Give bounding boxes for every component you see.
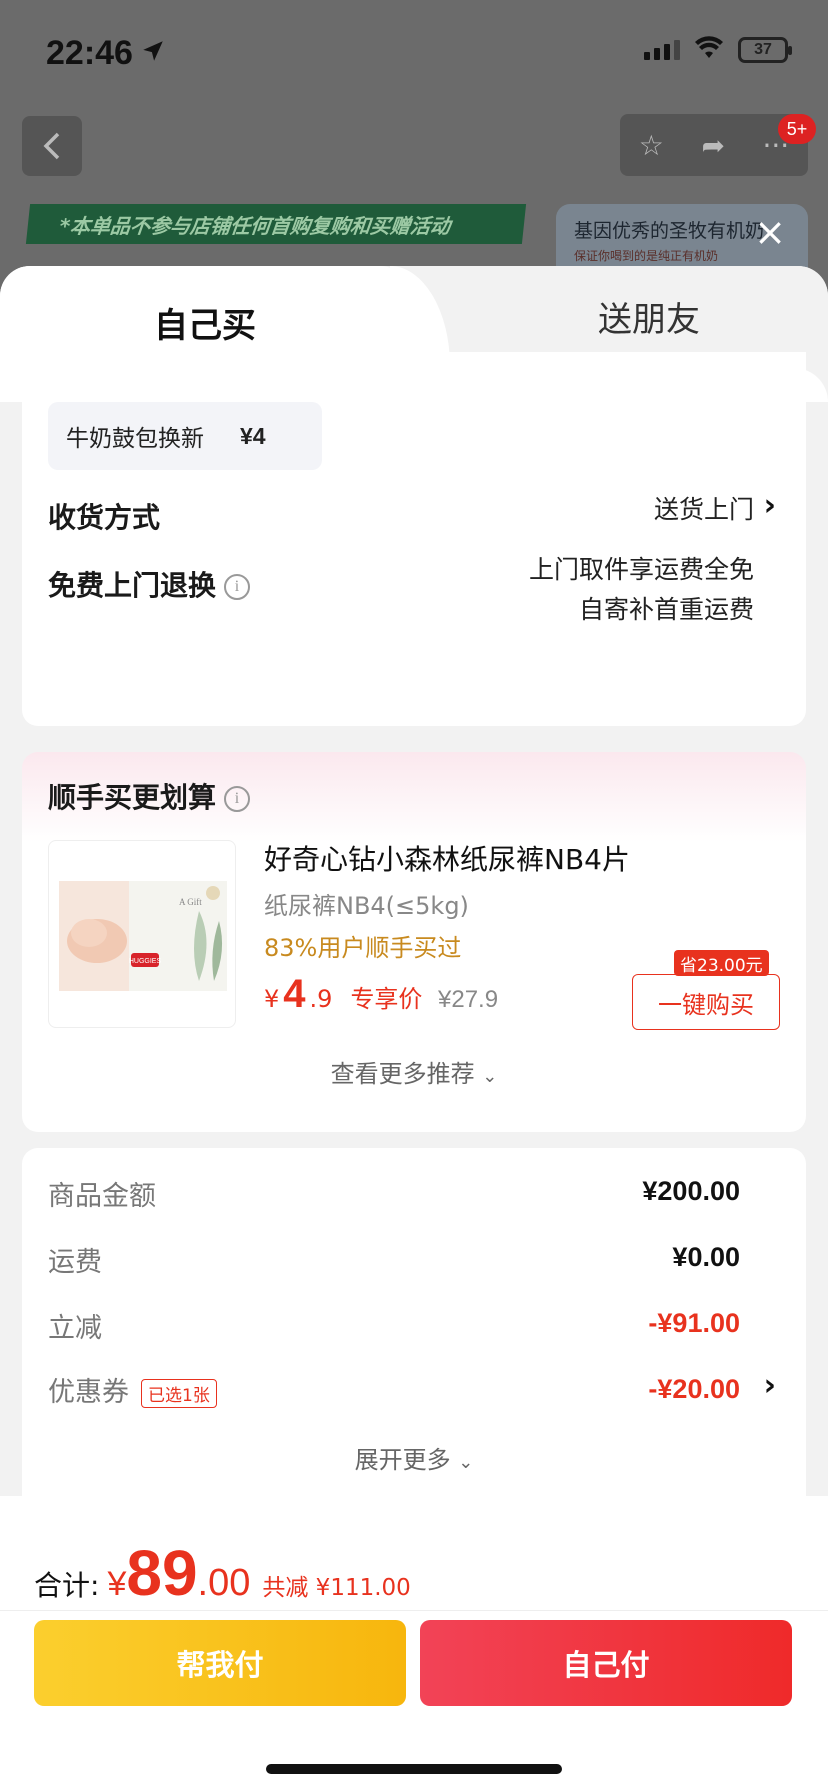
status-time: 22:46 [46,34,133,72]
price-decimal: .9 [309,985,333,1013]
back-button[interactable] [22,116,82,176]
more-recommend-link[interactable]: 查看更多推荐 ⌄ [22,1054,806,1089]
promo-banner: *本单品不参与店铺任何首购复购和买赠活动 [25,204,527,244]
price-tag: 专享价 [350,985,423,1013]
chip-price: ¥4 [240,422,266,449]
delivery-label: 收货方式 [48,501,161,534]
status-icons: 37 [644,36,792,64]
options-card: 牛奶鼓包换新 ¥4 收货方式 送货上门 › 免费上门退换 i 上门取件享运费全免 … [22,352,806,726]
product-price: ¥ 4 .9 专享价 [264,972,422,1017]
expand-more-label: 展开更多 [354,1446,451,1474]
battery-icon: 37 [738,37,792,63]
info-icon[interactable]: i [224,574,251,600]
chip-name: 牛奶鼓包换新 [66,426,204,452]
product-stat: 83%用户顺手买过 [264,934,462,962]
chevron-down-icon: ⌄ [458,1452,474,1473]
chevron-right-icon[interactable]: › [764,488,776,523]
coupon-label: 优惠券 [48,1377,129,1408]
return-info: 上门取件享运费全免 自寄补首重运费 [529,550,754,630]
more-recommend-label: 查看更多推荐 [330,1060,475,1088]
total-discount: 共减 ¥111.00 [262,1575,411,1601]
self-pay-button[interactable]: 自己付 [420,1620,792,1706]
summary-label-goods: 商品金额 [48,1181,156,1212]
location-arrow-icon [140,38,166,68]
product-name[interactable]: 好奇心钻小森林纸尿裤NB4片 [264,838,630,878]
return-label: 免费上门退换 i [48,564,251,604]
total-decimal: .00 [197,1562,251,1604]
price-summary-card: 商品金额 ¥200.00 运费 ¥0.00 立减 -¥91.00 优惠券 已选1张… [22,1148,806,1518]
recommend-title-text: 顺手买更划算 [48,781,217,814]
summary-label-shipping: 运费 [48,1247,102,1278]
total-integer: 89 [126,1537,198,1609]
summary-value-discount: -¥91.00 [648,1308,740,1338]
wifi-icon [694,36,724,64]
total-line: 合计: ¥ 89 .00 共减 ¥111.00 [34,1536,411,1610]
summary-label-coupon[interactable]: 优惠券 已选1张 [48,1370,217,1409]
message-badge: 5+ [778,114,816,144]
signal-icon [644,40,680,60]
summary-value-goods: ¥200.00 [642,1176,740,1206]
share-icon[interactable]: ➦ [701,129,724,162]
recommend-card: 顺手买更划算 i HUGGIES A Gift 好奇心钻小森林纸尿裤NB4片 纸尿… [22,752,806,1132]
info-icon[interactable]: i [224,786,251,812]
quick-buy-button[interactable]: 一键购买 [632,974,780,1030]
help-pay-button[interactable]: 帮我付 [34,1620,406,1706]
price-currency: ¥ [264,985,280,1013]
home-indicator [266,1764,562,1774]
coupon-count-tag: 已选1张 [141,1379,217,1408]
summary-value-shipping: ¥0.00 [672,1242,740,1272]
product-spec: 纸尿裤NB4(≤5kg) [264,892,469,920]
recommend-title: 顺手买更划算 i [48,776,251,816]
checkout-footer: 合计: ¥ 89 .00 共减 ¥111.00 帮我付 自己付 [0,1496,828,1792]
delivery-value[interactable]: 送货上门 [654,490,754,530]
service-chip[interactable]: 牛奶鼓包换新 ¥4 [48,402,322,470]
price-integer: 4 [283,972,306,1016]
return-line1: 上门取件享运费全免 [528,555,754,584]
summary-value-coupon[interactable]: -¥20.00 [648,1374,740,1405]
return-label-text: 免费上门退换 [48,569,217,602]
tab-friend-label: 送朋友 [598,299,700,340]
total-label: 合计: [34,1569,100,1602]
close-icon[interactable]: × [752,213,788,251]
star-icon[interactable]: ☆ [639,129,664,162]
footer-divider [0,1610,828,1611]
original-price: ¥27.9 [438,986,499,1013]
tab-self-label: 自己买 [154,305,256,346]
expand-more-link[interactable]: 展开更多 ⌄ [22,1440,806,1475]
chevron-down-icon: ⌄ [482,1066,498,1087]
save-badge: 省23.00元 [674,950,769,976]
product-image[interactable]: HUGGIES A Gift [48,840,236,1028]
chevron-right-icon[interactable]: › [764,1368,776,1403]
product-brand-text: HUGGIES [129,958,162,965]
product-caption-text: A Gift [179,897,202,907]
summary-label-discount: 立减 [48,1313,102,1344]
total-currency: ¥ [107,1565,127,1603]
tab-send-friend[interactable]: 送朋友 [470,266,828,366]
return-line2: 自寄补首重运费 [578,595,754,624]
